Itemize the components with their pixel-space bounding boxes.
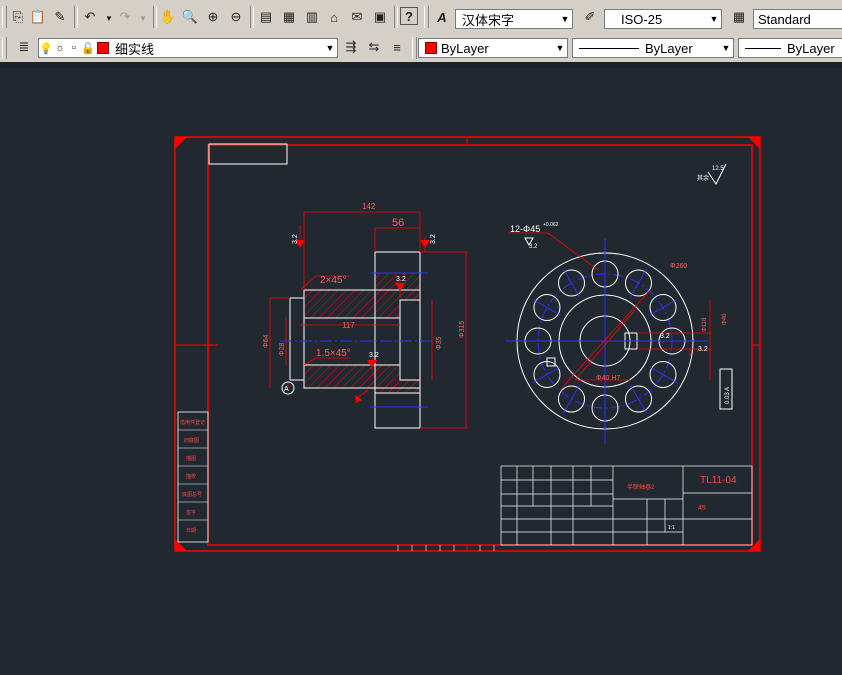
side-label: 描校 [186, 473, 196, 480]
drawing-no: TL11-04 [700, 475, 737, 486]
bolt-hole-centerline [532, 299, 562, 316]
keyway-rough: 3.2 [660, 333, 670, 340]
side-label: 日期 [186, 528, 196, 534]
holes-tol: +0.062 [543, 222, 559, 228]
side-label: 借用件登记 [180, 419, 205, 426]
rough-1: 3.2 [369, 352, 379, 359]
dim-left-1: Φ64 [263, 335, 270, 348]
bolt-hole-centerline [630, 268, 647, 298]
hatch-lower [303, 364, 421, 394]
bolt-hole-centerline [563, 268, 580, 298]
material: 45 [698, 505, 706, 512]
bolt-hole-centerline [563, 384, 580, 414]
dim-right-2: Φ315 [459, 321, 466, 338]
pitch-dim: Φ260 [670, 263, 687, 270]
dim-142: 142 [362, 202, 376, 211]
other-rough-value: 12.5 [712, 166, 724, 172]
other-rough-label: 其余 [697, 174, 709, 182]
bottom-tick-strip [397, 545, 495, 551]
bolt-hole-centerline [648, 366, 678, 383]
bolt-hole-centerline [532, 366, 562, 383]
other-roughness: 12.5 其余 [697, 163, 727, 185]
dim-chamfer-1: 2×45° [320, 275, 347, 286]
side-label: 签字 [186, 509, 196, 516]
section-view: 142 56 117 2×45° 1.5×45° 3.2 3.2 A Φ64 Φ… [263, 202, 468, 429]
scale-ratio: 1:1 [668, 525, 675, 531]
dim-56: 56 [392, 217, 404, 229]
front-rotated-texts: Φ118 Φ40 [702, 313, 728, 332]
holes-rough: 3.2 [529, 244, 538, 250]
rot-dim-2: Φ40 [722, 313, 728, 325]
datum-letter: A [284, 386, 289, 393]
bolt-hole-centerline [630, 384, 647, 414]
dim-117: 117 [342, 321, 355, 330]
bore-dim: Φ40 H7 [596, 375, 620, 382]
rough-2: 3.2 [396, 276, 406, 283]
rough-4: 3.2 [430, 234, 437, 244]
corner-mark [175, 137, 187, 149]
holes-callout: 12-Φ45 [510, 224, 540, 234]
drawing-number-box [208, 143, 288, 165]
side-label: 描图 [186, 455, 196, 462]
rough-5: 3.2 [698, 346, 708, 353]
drawing-canvas[interactable]: 借用件登记 旧底图 描图 描校 底图总号 签字 日期 142 56 117 2×… [0, 0, 842, 675]
corner-mark [748, 137, 760, 149]
tolerance-text: 0.03 A [725, 387, 731, 404]
dim-chamfer-2: 1.5×45° [316, 348, 351, 359]
title-block-texts: TL11-04 45 半联轴器2 1:1 [627, 475, 737, 531]
side-label: 底图总号 [182, 491, 202, 498]
part-name: 半联轴器2 [627, 483, 655, 491]
side-label: 旧底图 [184, 437, 199, 444]
side-labels: 借用件登记 旧底图 描图 描校 底图总号 签字 日期 [180, 419, 205, 534]
bolt-hole-centerline [648, 299, 678, 316]
front-view: 12-Φ45 +0.062 3.2 Φ260 3.2 3.2 Φ40 H7 Φ1… [505, 222, 733, 444]
corner-mark [175, 539, 187, 551]
rot-dim-1: Φ118 [702, 317, 708, 332]
front-dim-lines [508, 232, 712, 391]
rough-3: 3.2 [292, 234, 299, 244]
dim-right-1: Φ35 [436, 337, 443, 350]
dim-left-2: Φ28 [279, 343, 286, 356]
